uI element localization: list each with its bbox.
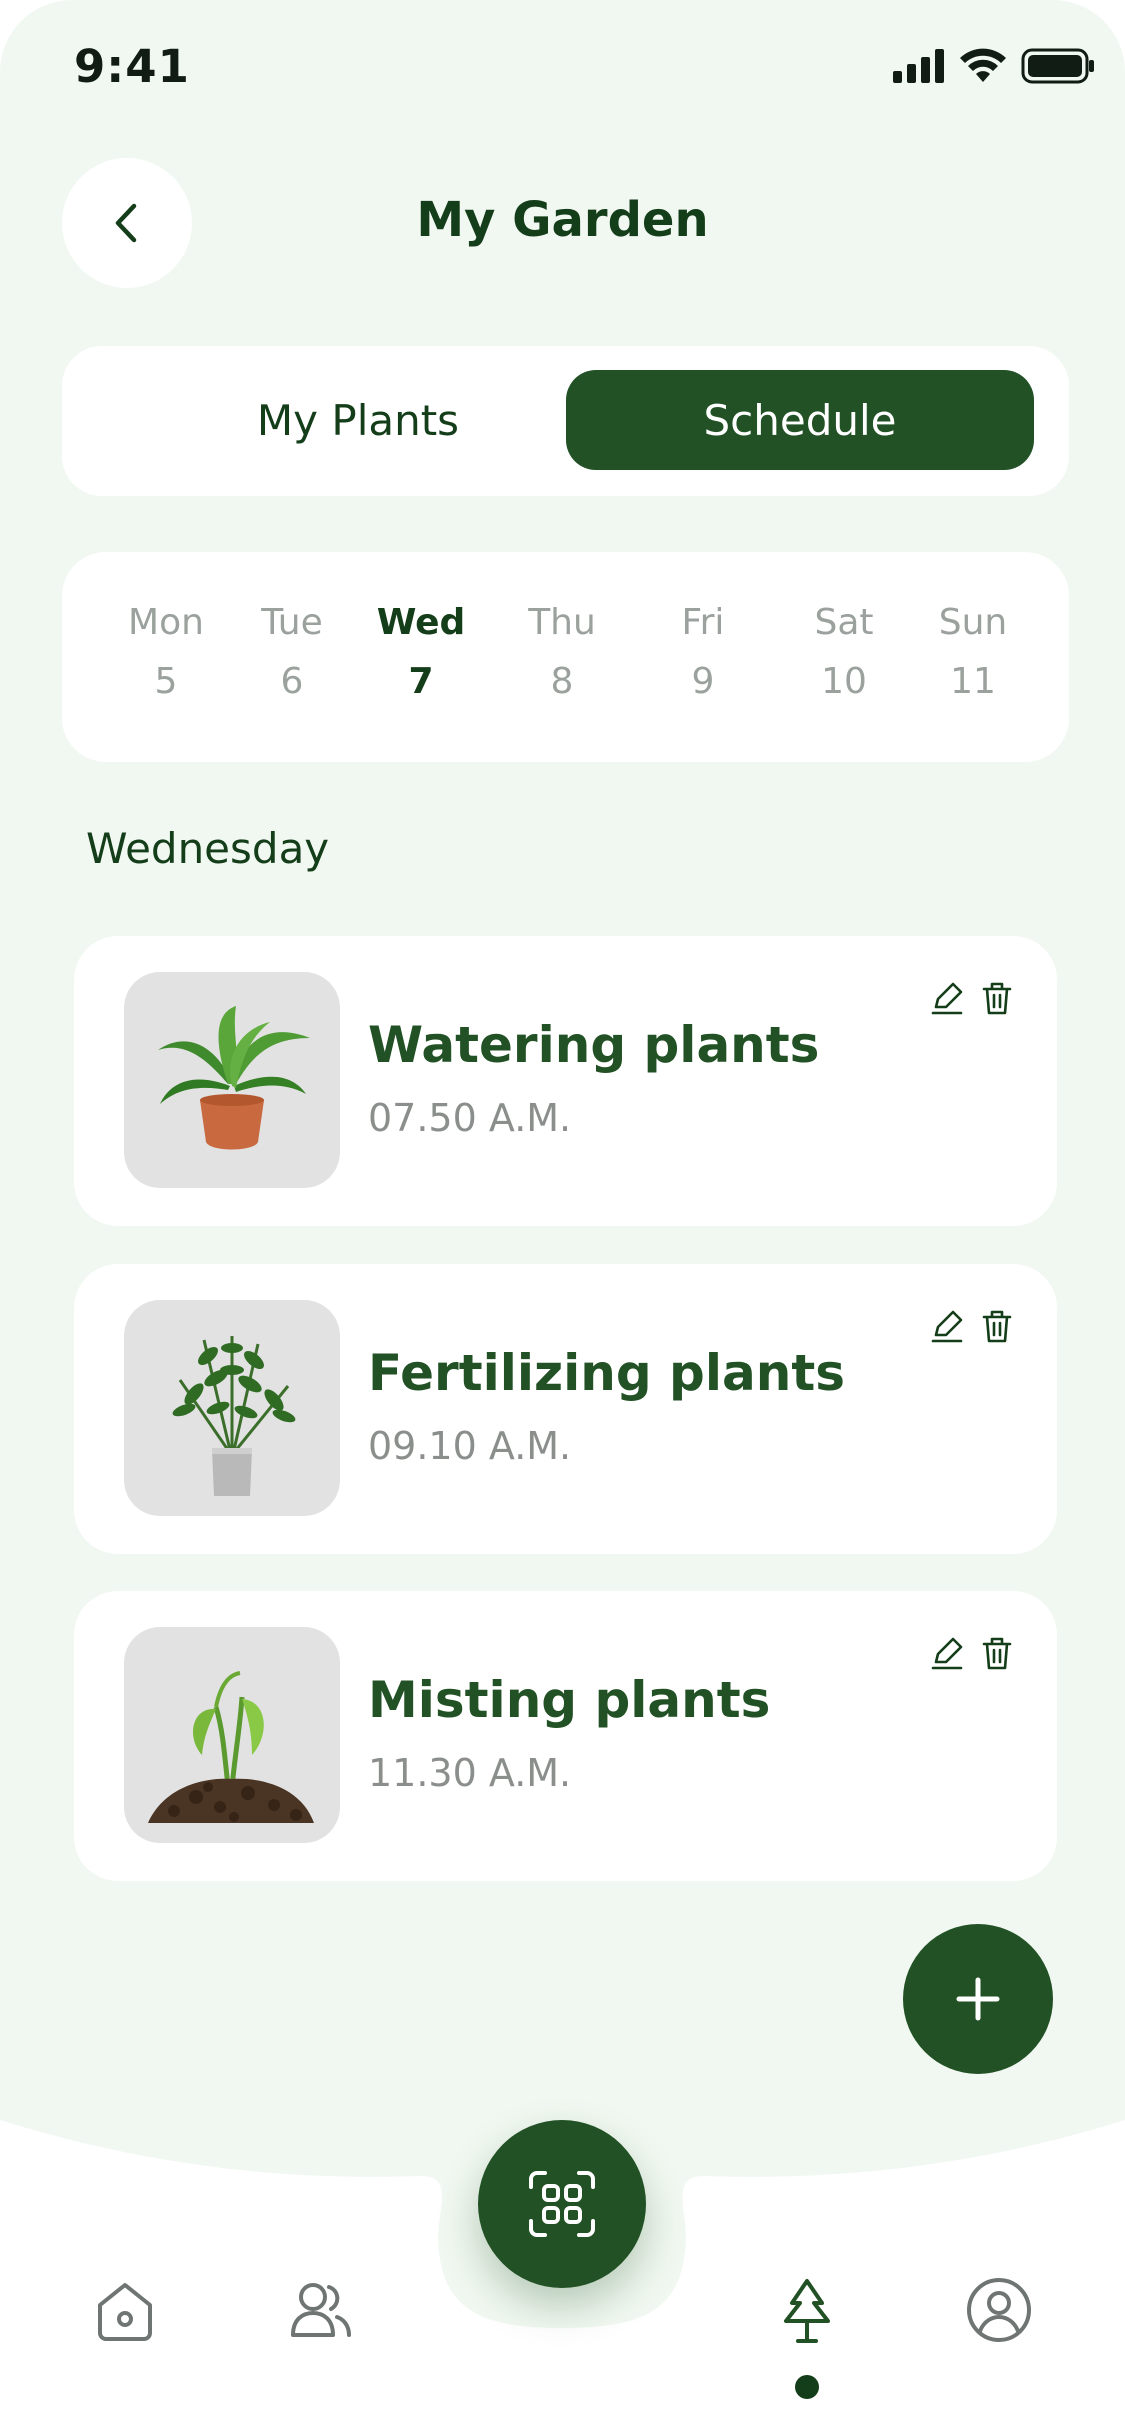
day-date: 9: [691, 661, 715, 702]
edit-icon[interactable]: [929, 980, 965, 1016]
profile-icon[interactable]: [964, 2275, 1034, 2345]
task-title: Fertilizing plants: [368, 1344, 845, 1402]
day-mon[interactable]: Mon 5: [106, 602, 226, 702]
day-date: 8: [550, 661, 574, 702]
section-title: Wednesday: [86, 824, 330, 873]
edit-icon[interactable]: [929, 1308, 965, 1344]
task-time: 07.50 A.M.: [368, 1096, 572, 1140]
day-name: Tue: [261, 602, 323, 643]
home-icon[interactable]: [90, 2275, 160, 2345]
scan-button[interactable]: [478, 2120, 646, 2288]
card-actions: [929, 1308, 1015, 1344]
day-name: Wed: [376, 602, 466, 643]
edit-icon[interactable]: [929, 1635, 965, 1671]
tab-my-plants[interactable]: My Plants: [124, 370, 592, 470]
scan-icon: [529, 2171, 595, 2237]
view-switcher: My Plants Schedule: [62, 346, 1069, 496]
day-name: Sat: [814, 602, 874, 643]
zz-plant-icon: [124, 1300, 340, 1516]
trash-icon[interactable]: [979, 980, 1015, 1016]
day-date: 11: [950, 661, 996, 702]
task-card-fertilizing[interactable]: Fertilizing plants 09.10 A.M.: [74, 1264, 1057, 1554]
day-name: Mon: [128, 602, 204, 643]
week-strip: Mon 5 Tue 6 Wed 7 Thu 8 Fri 9 Sat 10 Sun…: [62, 552, 1069, 762]
tree-icon[interactable]: [772, 2275, 842, 2345]
battery-icon: [1021, 48, 1094, 84]
day-name: Thu: [528, 602, 596, 643]
day-sat[interactable]: Sat 10: [784, 602, 904, 702]
task-title: Watering plants: [368, 1016, 820, 1074]
day-wed[interactable]: Wed 7: [361, 602, 481, 702]
day-name: Sun: [938, 602, 1008, 643]
seedling-in-soil-icon: [124, 1627, 340, 1843]
status-time: 9:41: [74, 40, 190, 93]
task-time: 09.10 A.M.: [368, 1424, 572, 1468]
status-icons: [893, 48, 1095, 84]
day-sun[interactable]: Sun 11: [913, 602, 1033, 702]
task-card-watering[interactable]: Watering plants 07.50 A.M.: [74, 936, 1057, 1226]
trash-icon[interactable]: [979, 1308, 1015, 1344]
tab-schedule[interactable]: Schedule: [566, 370, 1034, 470]
task-card-misting[interactable]: Misting plants 11.30 A.M.: [74, 1591, 1057, 1881]
day-date: 6: [280, 661, 304, 702]
trash-icon[interactable]: [979, 1635, 1015, 1671]
day-date: 10: [821, 661, 867, 702]
day-date: 5: [154, 661, 178, 702]
task-title: Misting plants: [368, 1671, 771, 1729]
day-tue[interactable]: Tue 6: [232, 602, 352, 702]
day-fri[interactable]: Fri 9: [643, 602, 763, 702]
potted-fern-icon: [124, 972, 340, 1188]
add-task-button[interactable]: [903, 1924, 1053, 2074]
community-icon[interactable]: [285, 2275, 355, 2345]
day-date: 7: [408, 661, 434, 702]
task-time: 11.30 A.M.: [368, 1751, 572, 1795]
card-actions: [929, 980, 1015, 1016]
card-actions: [929, 1635, 1015, 1671]
day-thu[interactable]: Thu 8: [502, 602, 622, 702]
page-title: My Garden: [416, 192, 709, 248]
day-name: Fri: [681, 602, 725, 643]
app-screen: 9:41 My Garden My Plants Schedule Mon 5 …: [0, 0, 1125, 2436]
active-nav-indicator: [795, 2375, 819, 2399]
plus-icon: [956, 1977, 1000, 2021]
signal-icon: [893, 49, 944, 83]
wifi-icon: [960, 48, 1006, 82]
